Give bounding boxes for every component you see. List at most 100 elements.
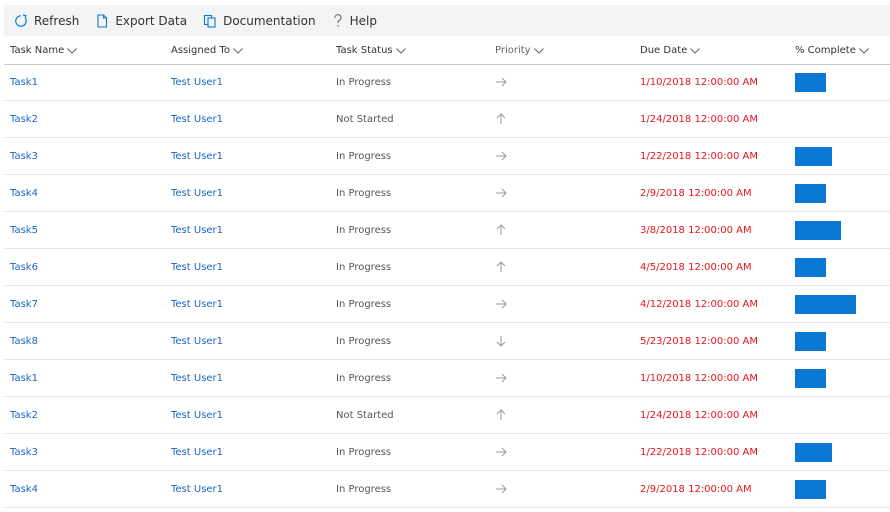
assigned-to-link[interactable]: Test User1 — [171, 138, 223, 174]
table-row[interactable]: Task7 Test User1 In Progress 4/12/2018 12:0… — [4, 286, 890, 323]
progress-bar — [795, 257, 826, 277]
export-icon — [97, 13, 108, 28]
progress-bar — [795, 442, 832, 462]
priority-cell — [495, 323, 507, 359]
task-name-link[interactable]: Task1 — [10, 64, 38, 100]
task-name-link[interactable]: Task3 — [10, 138, 38, 174]
assigned-to-link[interactable]: Test User1 — [171, 471, 223, 507]
due-date: 1/10/2018 12:00:00 AM — [640, 372, 759, 384]
documentation-label: Documentation — [223, 13, 316, 28]
task-status: In Progress — [336, 150, 392, 162]
due-date: 1/10/2018 12:00:00 AM — [640, 76, 759, 88]
due-date: 3/8/2018 12:00:00 AM — [640, 224, 752, 236]
table-row[interactable]: Task2 Test User1 Not Started 1/24/2018 12:0… — [4, 397, 890, 434]
table-row[interactable]: Task5 Test User1 In Progress 3/8/2018 12:00… — [4, 212, 890, 249]
table-row[interactable]: Task6 Test User1 In Progress 4/5/2018 12:00… — [4, 249, 890, 286]
progress-bar — [795, 479, 826, 499]
table-row[interactable]: Task3 Test User1 In Progress 1/22/2018 12:0… — [4, 138, 890, 175]
due-date: 5/23/2018 12:00:00 AM — [640, 335, 759, 347]
column-header-assigned-to[interactable]: Assigned To — [171, 37, 243, 64]
export-data-button[interactable]: Export Data — [85, 5, 193, 36]
assigned-to-link[interactable]: Test User1 — [171, 64, 223, 100]
right-arrow-icon — [496, 188, 507, 198]
export-data-label: Export Data — [115, 13, 188, 28]
down-arrow-icon — [496, 336, 506, 347]
task-name-link[interactable]: Task6 — [10, 249, 38, 285]
assigned-to-link[interactable]: Test User1 — [171, 360, 223, 396]
task-name-link[interactable]: Task8 — [10, 323, 38, 359]
up-arrow-icon — [496, 409, 506, 420]
table-row[interactable]: Task1 Test User1 In Progress 1/10/2018 12:0… — [4, 360, 890, 397]
priority-cell — [495, 101, 507, 137]
pct-complete-cell — [795, 360, 826, 396]
assigned-to-link[interactable]: Test User1 — [171, 101, 223, 137]
pct-complete-cell — [795, 212, 841, 248]
pct-complete-cell — [795, 286, 856, 322]
column-header-priority[interactable]: Priority — [495, 37, 544, 64]
table-row[interactable]: Task4 Test User1 In Progress 2/9/2018 12:00… — [4, 471, 890, 508]
documentation-button[interactable]: Documentation — [193, 5, 322, 36]
due-date: 1/22/2018 12:00:00 AM — [640, 446, 759, 458]
task-status: In Progress — [336, 446, 392, 458]
right-arrow-icon — [496, 299, 507, 309]
task-name-link[interactable]: Task2 — [10, 397, 38, 433]
column-header-task-status[interactable]: Task Status — [336, 37, 406, 64]
progress-bar — [795, 368, 826, 388]
due-date: 2/9/2018 12:00:00 AM — [640, 483, 752, 495]
help-icon — [334, 13, 342, 27]
refresh-button[interactable]: Refresh — [4, 5, 85, 36]
task-name-link[interactable]: Task3 — [10, 434, 38, 470]
due-date: 4/12/2018 12:00:00 AM — [640, 298, 759, 310]
task-status: In Progress — [336, 187, 392, 199]
refresh-icon — [15, 13, 27, 27]
task-status: In Progress — [336, 298, 392, 310]
up-arrow-icon — [496, 261, 506, 272]
priority-cell — [495, 249, 507, 285]
right-arrow-icon — [496, 484, 507, 494]
task-name-link[interactable]: Task2 — [10, 101, 38, 137]
task-table-body: Task1 Test User1 In Progress 1/10/2018 12:0… — [4, 64, 890, 508]
assigned-to-link[interactable]: Test User1 — [171, 397, 223, 433]
assigned-to-link[interactable]: Test User1 — [171, 212, 223, 248]
pct-complete-cell — [795, 434, 832, 470]
table-row[interactable]: Task2 Test User1 Not Started 1/24/2018 12:0… — [4, 101, 890, 138]
right-arrow-icon — [496, 151, 507, 161]
progress-bar — [795, 331, 826, 351]
task-name-link[interactable]: Task1 — [10, 360, 38, 396]
task-name-link[interactable]: Task7 — [10, 286, 38, 322]
right-arrow-icon — [496, 373, 507, 383]
task-name-link[interactable]: Task4 — [10, 175, 38, 211]
progress-bar — [795, 72, 826, 92]
progress-bar — [795, 183, 826, 203]
task-status: In Progress — [336, 483, 392, 495]
chevron-down-icon — [233, 47, 243, 54]
assigned-to-link[interactable]: Test User1 — [171, 249, 223, 285]
up-arrow-icon — [496, 224, 506, 235]
right-arrow-icon — [496, 77, 507, 87]
task-name-link[interactable]: Task4 — [10, 471, 38, 507]
table-row[interactable]: Task1 Test User1 In Progress 1/10/2018 12:0… — [4, 64, 890, 101]
table-row[interactable]: Task4 Test User1 In Progress 2/9/2018 12:00… — [4, 175, 890, 212]
task-status: Not Started — [336, 409, 394, 421]
progress-bar — [795, 146, 832, 166]
help-button[interactable]: Help — [322, 5, 383, 36]
table-row[interactable]: Task3 Test User1 In Progress 1/22/2018 12:0… — [4, 434, 890, 471]
assigned-to-link[interactable]: Test User1 — [171, 286, 223, 322]
assigned-to-link[interactable]: Test User1 — [171, 323, 223, 359]
pct-complete-cell — [795, 471, 826, 507]
pct-complete-cell — [795, 249, 826, 285]
help-label: Help — [349, 13, 377, 28]
priority-cell — [495, 471, 507, 507]
task-name-link[interactable]: Task5 — [10, 212, 38, 248]
pct-complete-cell — [795, 64, 826, 100]
column-header-due-date[interactable]: Due Date — [640, 37, 701, 64]
due-date: 1/22/2018 12:00:00 AM — [640, 150, 759, 162]
priority-cell — [495, 360, 507, 396]
priority-cell — [495, 64, 507, 100]
priority-cell — [495, 138, 507, 174]
assigned-to-link[interactable]: Test User1 — [171, 175, 223, 211]
column-header-pct-complete[interactable]: % Complete — [795, 37, 869, 64]
assigned-to-link[interactable]: Test User1 — [171, 434, 223, 470]
column-header-task-name[interactable]: Task Name — [10, 37, 78, 64]
table-row[interactable]: Task8 Test User1 In Progress 5/23/2018 12:0… — [4, 323, 890, 360]
